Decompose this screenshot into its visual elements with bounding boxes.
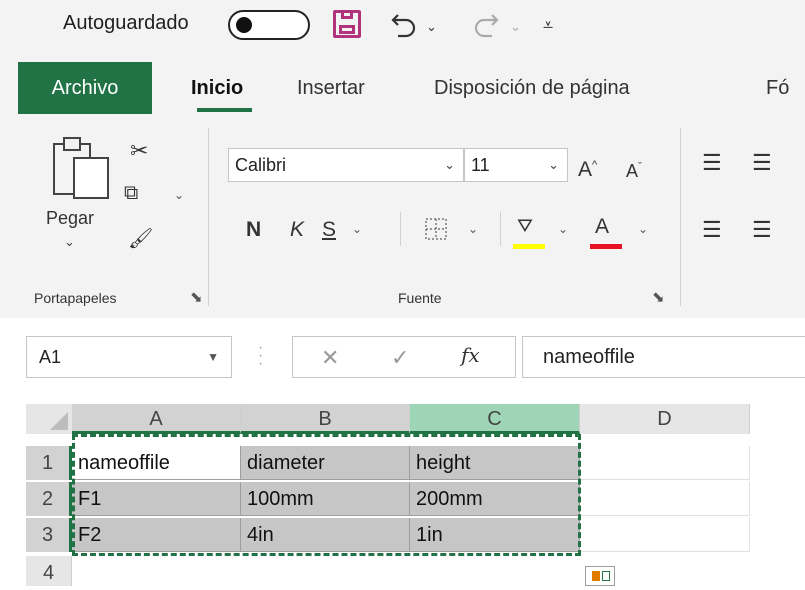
format-painter-icon[interactable]: 🖌: [128, 226, 153, 251]
active-tab-indicator: [197, 108, 252, 112]
underline-button[interactable]: S: [322, 215, 336, 245]
underline-dropdown-icon[interactable]: ⌄: [352, 222, 362, 236]
tab-archivo[interactable]: Archivo: [18, 62, 152, 114]
font-name-value: Calibri: [235, 155, 287, 175]
borders-dropdown-icon[interactable]: ⌄: [468, 222, 478, 236]
ribbon-separator: [208, 128, 209, 306]
clipboard-launcher-icon[interactable]: ⬊: [190, 288, 203, 306]
fill-color-icon[interactable]: ⛛: [517, 212, 533, 242]
decrease-font-icon[interactable]: Aˇ: [626, 152, 642, 186]
chevron-down-icon[interactable]: ⌄: [548, 149, 559, 181]
select-all-button[interactable]: [26, 404, 72, 434]
ribbon-tabs: Archivo Inicio Insertar Disposición de p…: [0, 52, 805, 120]
row-header-1[interactable]: 1: [26, 446, 72, 480]
italic-button[interactable]: K: [290, 215, 304, 245]
ribbon-separator: [500, 212, 501, 246]
column-header-a[interactable]: A: [72, 404, 241, 434]
name-box-value: A1: [39, 347, 62, 367]
font-launcher-icon[interactable]: ⬊: [652, 288, 665, 306]
tab-inicio[interactable]: Inicio: [191, 62, 243, 114]
fill-color-dropdown-icon[interactable]: ⌄: [558, 222, 568, 236]
font-color-button[interactable]: A: [595, 212, 609, 242]
align-top-icon[interactable]: ☰: [702, 148, 722, 178]
column-header-b[interactable]: B: [241, 404, 410, 434]
align-left-icon[interactable]: ☰: [702, 215, 722, 245]
insert-function-icon[interactable]: fx: [461, 343, 480, 367]
align-center-icon[interactable]: ☰: [752, 215, 772, 245]
cancel-icon[interactable]: ✕: [321, 345, 339, 371]
formula-buttons: ✕ ✓ fx: [292, 336, 516, 378]
chevron-down-icon[interactable]: ▼: [207, 337, 219, 377]
quick-access-toolbar: Autoguardado ⌄ ⌄ ⩡: [0, 0, 805, 52]
font-size-value: 11: [471, 155, 490, 175]
enter-icon[interactable]: ✓: [391, 345, 409, 371]
copy-marquee: [72, 434, 581, 556]
cell-d2[interactable]: [580, 482, 750, 516]
customize-qat-icon[interactable]: ⩡: [543, 10, 553, 40]
formula-bar-handle[interactable]: · · ·: [258, 340, 263, 372]
redo-icon[interactable]: [470, 14, 502, 38]
tab-formulas[interactable]: Fó: [766, 62, 789, 114]
undo-dropdown-icon[interactable]: ⌄: [426, 12, 437, 42]
toggle-knob: [236, 17, 252, 33]
font-group-label: Fuente: [398, 290, 442, 306]
font-color-dropdown-icon[interactable]: ⌄: [638, 222, 648, 236]
column-header-c[interactable]: C: [410, 404, 580, 434]
align-middle-icon[interactable]: ☰: [752, 148, 772, 178]
cell-d3[interactable]: [580, 518, 750, 552]
font-name-combo[interactable]: Calibri ⌄: [228, 148, 464, 182]
undo-icon[interactable]: [388, 14, 420, 38]
copy-dropdown-icon[interactable]: ⌄: [174, 188, 184, 202]
bold-button[interactable]: N: [246, 215, 261, 245]
paste-icon[interactable]: [52, 136, 110, 200]
ribbon-separator: [400, 212, 401, 246]
quick-analysis-icon[interactable]: [585, 566, 615, 586]
save-icon[interactable]: [333, 10, 361, 38]
font-size-combo[interactable]: 11 ⌄: [464, 148, 568, 182]
cell-d1[interactable]: [580, 446, 750, 480]
clipboard-group-label: Portapapeles: [34, 290, 117, 306]
ribbon-separator: [680, 128, 681, 306]
paste-button-label[interactable]: Pegar: [46, 208, 94, 229]
column-header-d[interactable]: D: [580, 404, 750, 434]
tab-insertar[interactable]: Insertar: [297, 62, 365, 114]
row-header-2[interactable]: 2: [26, 482, 72, 516]
increase-font-icon[interactable]: A^: [578, 150, 597, 185]
autosave-toggle[interactable]: [228, 10, 310, 40]
autosave-label: Autoguardado: [63, 12, 189, 34]
paste-dropdown-icon[interactable]: ⌄: [64, 234, 75, 250]
font-color-swatch: [590, 244, 622, 249]
row-header-3[interactable]: 3: [26, 518, 72, 552]
cut-icon[interactable]: ✂: [130, 138, 148, 164]
fill-color-swatch: [513, 244, 545, 249]
tab-disposicion[interactable]: Disposición de página: [434, 62, 630, 114]
borders-icon[interactable]: [424, 217, 448, 241]
copy-icon[interactable]: ⧉: [124, 182, 138, 205]
row-header-4[interactable]: 4: [26, 556, 72, 586]
redo-dropdown-icon[interactable]: ⌄: [510, 12, 521, 42]
name-box[interactable]: A1 ▼: [26, 336, 232, 378]
chevron-down-icon[interactable]: ⌄: [444, 149, 455, 181]
formula-input[interactable]: nameoffile: [522, 336, 805, 378]
